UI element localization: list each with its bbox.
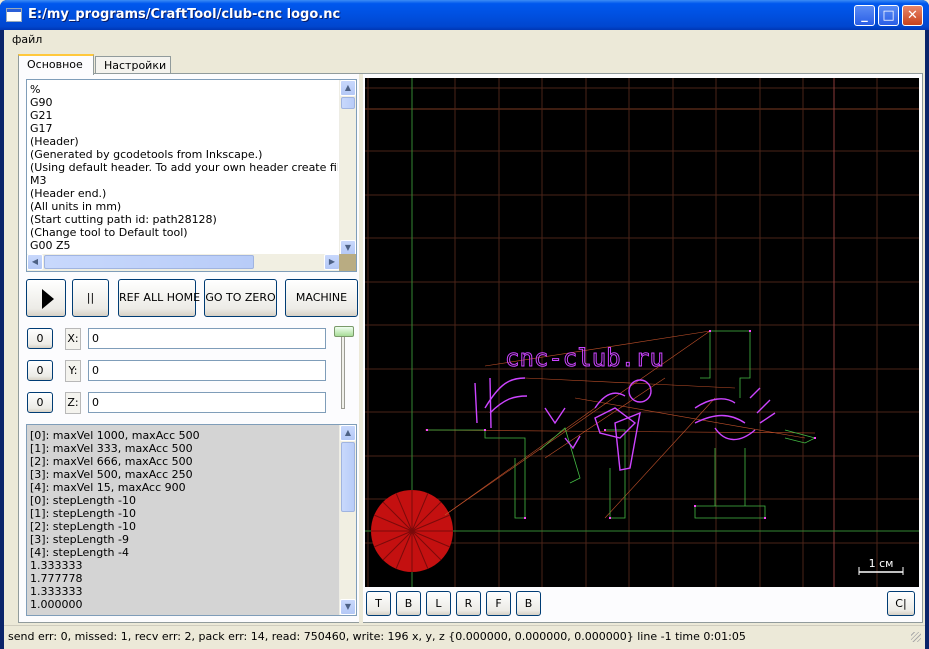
scale-label: 1 см [869,557,894,570]
preview-svg: cnc-club.ru 1 см [365,78,919,587]
status-bar: send err: 0, missed: 1, recv err: 2, pac… [4,625,925,645]
scroll-down-icon[interactable]: ▼ [340,599,356,615]
main-tab-panel: % G90 G21 G17 (Header) (Generated by gcodetoo… [18,73,923,624]
log-line: [0]: maxVel 1000, maxAcc 500 [30,429,200,442]
gcode-line: (All units in mm) [30,200,122,213]
log-line: [3]: stepLength -9 [30,533,129,546]
grid-lines [365,78,919,587]
view-back-button[interactable]: B [516,591,541,616]
resize-grip-icon[interactable] [911,632,921,642]
log-line: [4]: maxVel 15, maxAcc 900 [30,481,186,494]
pause-button[interactable]: || [72,279,109,317]
speed-slider-handle[interactable] [334,326,354,337]
gcode-line: M3 [30,174,47,187]
hscroll-thumb[interactable] [44,255,254,269]
scale-bar: 1 см [858,557,904,575]
window-title: E:/my_programs/CraftTool/club-cnc logo.n… [28,7,341,22]
view-front-button[interactable]: F [486,591,511,616]
view-top-button[interactable]: T [366,591,391,616]
ref-all-home-button[interactable]: REF ALL HOME [118,279,200,317]
gcode-line: (Using default header. To add your own h… [30,161,338,174]
toolpath-preview[interactable]: cnc-club.ru 1 см [365,78,919,587]
x-field[interactable]: 0 [88,328,326,349]
scroll-corner [339,254,356,271]
z-field[interactable]: 0 [88,392,326,413]
log-output[interactable]: [0]: maxVel 1000, maxAcc 500 [1]: maxVel … [26,424,357,616]
log-line: [2]: maxVel 666, maxAcc 500 [30,455,193,468]
gcode-line: (Header) [30,135,79,148]
tool-marker [371,490,453,572]
view-bottom-button[interactable]: B [396,591,421,616]
log-line: [1]: stepLength -10 [30,507,136,520]
axis-y-label: Y: [65,360,81,382]
app-window: E:/my_programs/CraftTool/club-cnc logo.n… [0,0,929,649]
gcode-line: (Generated by gcodetools from Inkscape.) [30,148,263,161]
log-line: [4]: stepLength -4 [30,546,129,559]
maximize-button[interactable]: □ [878,5,899,26]
title-bar[interactable]: E:/my_programs/CraftTool/club-cnc logo.n… [0,0,929,30]
tab-main[interactable]: Основное [18,54,94,75]
go-to-zero-button[interactable]: GO TO ZERO [204,279,277,317]
minimize-button[interactable]: _ [854,5,875,26]
zero-z-button[interactable]: 0 [27,392,53,413]
log-line: 1.000000 [30,598,83,611]
zero-y-button[interactable]: 0 [27,360,53,381]
y-field[interactable]: 0 [88,360,326,381]
view-right-button[interactable]: R [456,591,481,616]
log-lines: [0]: maxVel 1000, maxAcc 500 [1]: maxVel … [30,429,340,611]
machine-button[interactable]: MACHINE [285,279,358,317]
gcode-line: (Header end.) [30,187,107,200]
close-button[interactable]: ✕ [902,5,923,26]
play-icon [42,289,54,309]
gcode-lines: % G90 G21 G17 (Header) (Generated by gcodetoo… [30,83,338,252]
view-left-button[interactable]: L [426,591,451,616]
log-line: [3]: maxVel 500, maxAcc 250 [30,468,193,481]
scroll-thumb[interactable] [341,97,355,109]
scroll-thumb[interactable] [341,442,355,512]
axis-x-label: X: [65,328,81,350]
log-line: [0]: stepLength -10 [30,494,136,507]
status-text: send err: 0, missed: 1, recv err: 2, pac… [8,630,746,643]
log-line: [1]: maxVel 333, maxAcc 500 [30,442,193,455]
gcode-line: (Start cutting path id: path28128) [30,213,217,226]
log-line: 1.777778 [30,572,83,585]
gcode-hscrollbar[interactable]: ◀ ▶ [27,254,340,271]
gcode-line: G17 [30,122,53,135]
scroll-right-icon[interactable]: ▶ [324,254,340,270]
menu-bar: файл [4,30,925,48]
gcode-line: (Change tool to Default tool) [30,226,188,239]
zero-x-button[interactable]: 0 [27,328,53,349]
gcode-line: G90 [30,96,53,109]
gcode-line: % [30,83,41,96]
gcode-line: G00 Z5 [30,239,71,252]
axis-z-label: Z: [65,392,81,414]
scroll-up-icon[interactable]: ▲ [340,80,356,96]
log-line: 1.333333 [30,585,83,598]
gcode-vscrollbar[interactable]: ▲ ▼ [339,80,356,256]
scroll-left-icon[interactable]: ◀ [27,254,43,270]
app-icon [6,8,22,22]
client-area: файл Основное Настройки % G90 G21 G17 (Heade… [4,30,925,649]
speed-slider-track[interactable] [341,329,345,409]
gcode-line: G21 [30,109,53,122]
logo-text: cnc-club.ru [505,344,664,372]
run-button[interactable] [26,279,66,317]
log-line: [2]: stepLength -10 [30,520,136,533]
panel-splitter[interactable] [359,74,363,624]
clear-view-button[interactable]: C| [887,591,915,616]
menu-file[interactable]: файл [12,33,42,46]
log-line: 1.333333 [30,559,83,572]
scroll-up-icon[interactable]: ▲ [340,425,356,441]
log-vscrollbar[interactable]: ▲ ▼ [339,425,356,615]
gcode-editor[interactable]: % G90 G21 G17 (Header) (Generated by gcodetoo… [26,79,357,272]
